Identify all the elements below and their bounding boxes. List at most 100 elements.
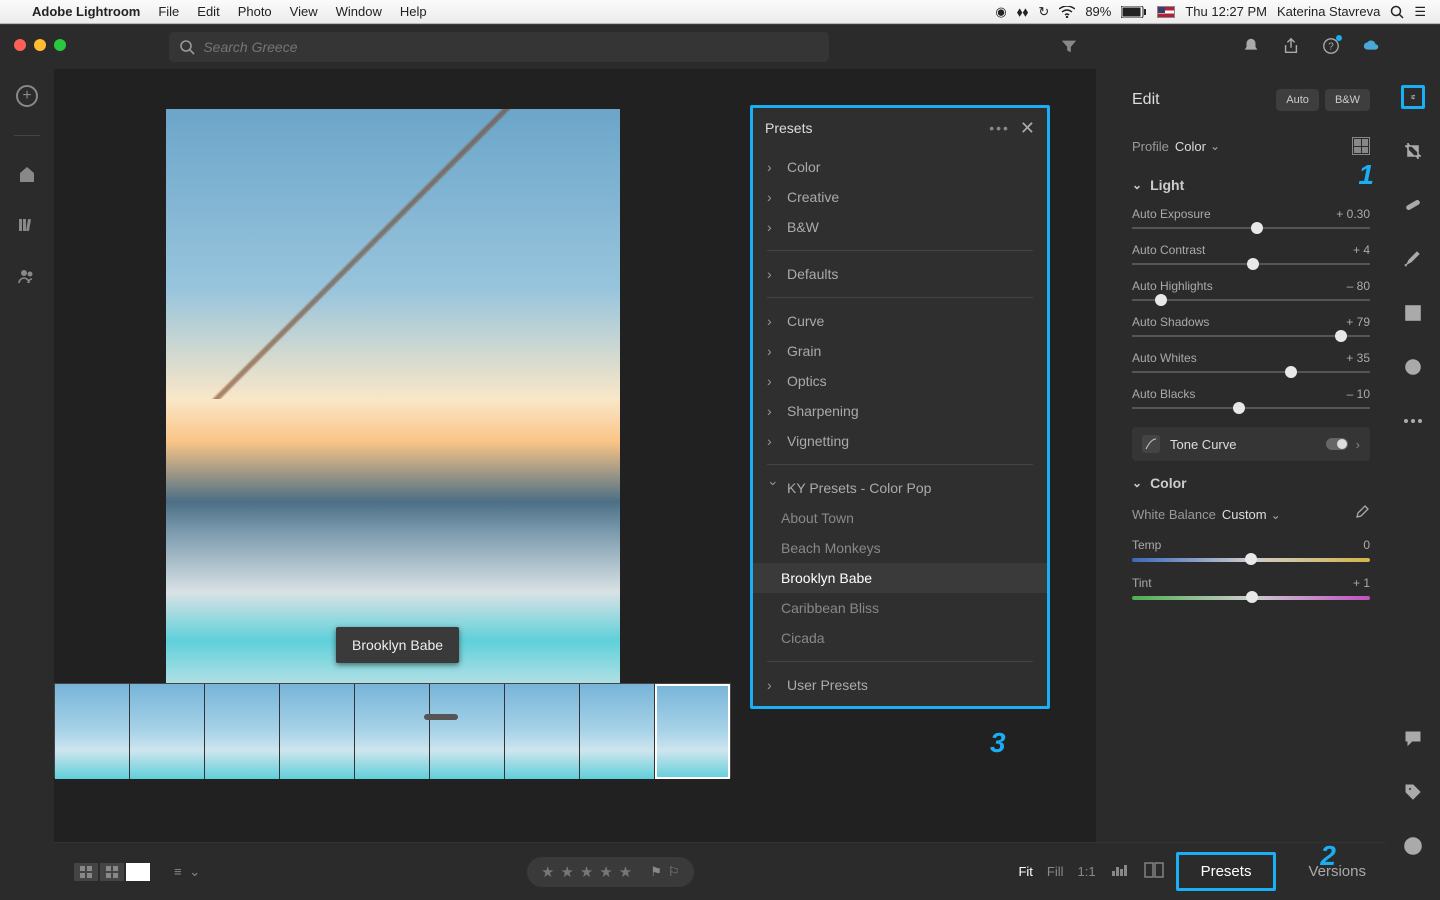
cc-sync-icon[interactable]: ◉	[995, 4, 1006, 20]
histogram-icon[interactable]	[1110, 863, 1130, 880]
tint-slider[interactable]	[1246, 591, 1258, 603]
preset-brooklyn-babe[interactable]: Brooklyn Babe	[753, 563, 1047, 593]
wb-value[interactable]: Custom	[1222, 507, 1267, 522]
section-light[interactable]: ⌄Light	[1132, 177, 1370, 193]
menu-photo[interactable]: Photo	[238, 4, 272, 19]
info-icon[interactable]	[1401, 834, 1425, 858]
preset-cicada[interactable]: Cicada	[753, 623, 1047, 653]
library-icon[interactable]	[17, 215, 37, 238]
eyedropper-icon[interactable]	[1354, 505, 1370, 524]
slider-knob[interactable]	[1285, 366, 1297, 378]
grid-view-small-icon[interactable]	[74, 863, 98, 881]
presets-button[interactable]: Presets	[1176, 852, 1277, 891]
single-view-icon[interactable]	[126, 863, 150, 881]
minimize-window-icon[interactable]	[34, 39, 46, 51]
search-input[interactable]	[169, 32, 829, 62]
tag-icon[interactable]	[1401, 780, 1425, 804]
close-window-icon[interactable]	[14, 39, 26, 51]
help-icon[interactable]: ?	[1322, 37, 1340, 58]
sort-icon[interactable]: ≡ ⌄	[174, 864, 202, 880]
star-icon[interactable]: ★	[560, 863, 573, 881]
preset-group-color[interactable]: ›Color	[753, 152, 1047, 182]
fill-button[interactable]: Fill	[1047, 864, 1064, 879]
comments-icon[interactable]	[1401, 726, 1425, 750]
thumbnail[interactable]	[355, 684, 430, 779]
timemachine-icon[interactable]: ↻	[1038, 4, 1049, 20]
slider-knob[interactable]	[1251, 222, 1263, 234]
filter-icon[interactable]	[1060, 37, 1078, 58]
slider-knob[interactable]	[1335, 330, 1347, 342]
healing-icon[interactable]	[1401, 193, 1425, 217]
people-icon[interactable]	[17, 266, 37, 289]
grid-view-large-icon[interactable]	[100, 863, 124, 881]
section-color[interactable]: ⌄Color	[1132, 475, 1370, 491]
menu-help[interactable]: Help	[400, 4, 427, 19]
preset-group-defaults[interactable]: ›Defaults	[753, 259, 1047, 289]
slider-knob[interactable]	[1247, 258, 1259, 270]
thumbnail[interactable]	[205, 684, 280, 779]
profile-browser-icon[interactable]	[1352, 137, 1370, 155]
one-to-one-button[interactable]: 1:1	[1078, 864, 1096, 879]
crop-icon[interactable]	[1401, 139, 1425, 163]
versions-button[interactable]: Versions	[1308, 863, 1366, 880]
thumbnail[interactable]	[580, 684, 655, 779]
share-icon[interactable]	[1282, 37, 1300, 58]
preset-group-curve[interactable]: ›Curve	[753, 306, 1047, 336]
preset-group-user[interactable]: ›User Presets	[753, 670, 1047, 700]
preset-group-creative[interactable]: ›Creative	[753, 182, 1047, 212]
spotlight-icon[interactable]	[1390, 5, 1404, 19]
panel-more-icon[interactable]: •••	[989, 120, 1010, 136]
filmstrip[interactable]	[54, 683, 731, 778]
profile-value[interactable]: Color	[1175, 139, 1206, 154]
thumbnail-selected[interactable]	[655, 684, 730, 779]
clock[interactable]: Thu 12:27 PM	[1185, 4, 1267, 19]
app-name[interactable]: Adobe Lightroom	[32, 4, 140, 19]
flag-pick-icon[interactable]: ⚑	[650, 864, 662, 880]
slider-knob[interactable]	[1233, 402, 1245, 414]
star-icon[interactable]: ★	[599, 863, 612, 881]
user-name[interactable]: Katerina Stavreva	[1277, 4, 1380, 19]
more-tools-icon[interactable]	[1401, 409, 1425, 433]
fit-button[interactable]: Fit	[1018, 864, 1032, 879]
auto-button[interactable]: Auto	[1276, 89, 1319, 111]
preset-group-optics[interactable]: ›Optics	[753, 366, 1047, 396]
star-icon[interactable]: ★	[580, 863, 593, 881]
notifications-icon[interactable]	[1242, 37, 1260, 58]
edit-sliders-icon[interactable]	[1401, 85, 1425, 109]
flag-reject-icon[interactable]: ⚐	[668, 864, 680, 880]
preset-group-ky-colorpop[interactable]: ›KY Presets - Color Pop	[753, 473, 1047, 503]
compare-icon[interactable]	[1144, 862, 1164, 881]
close-icon[interactable]: ✕	[1020, 118, 1035, 139]
main-photo[interactable]: Brooklyn Babe	[166, 109, 620, 713]
preset-group-sharpening[interactable]: ›Sharpening	[753, 396, 1047, 426]
home-icon[interactable]	[17, 164, 37, 187]
star-icon[interactable]: ★	[541, 863, 554, 881]
wifi-icon[interactable]	[1059, 6, 1075, 18]
bw-button[interactable]: B&W	[1325, 89, 1370, 111]
input-source-flag-icon[interactable]	[1157, 6, 1175, 18]
preset-group-bw[interactable]: ›B&W	[753, 212, 1047, 242]
thumbnail[interactable]	[505, 684, 580, 779]
menu-edit[interactable]: Edit	[197, 4, 219, 19]
filmstrip-scrollbar[interactable]	[424, 714, 458, 720]
radial-gradient-icon[interactable]	[1401, 355, 1425, 379]
rating-control[interactable]: ★ ★ ★ ★ ★ ⚑ ⚐	[527, 857, 694, 887]
preset-about-town[interactable]: About Town	[753, 503, 1047, 533]
thumbnail[interactable]	[130, 684, 205, 779]
thumbnail[interactable]	[430, 684, 505, 779]
window-controls[interactable]	[14, 39, 66, 51]
linear-gradient-icon[interactable]	[1401, 301, 1425, 325]
thumbnail[interactable]	[280, 684, 355, 779]
preset-group-vignetting[interactable]: ›Vignetting	[753, 426, 1047, 456]
dropbox-icon[interactable]: ⬧⬧	[1017, 4, 1029, 20]
chevron-down-icon[interactable]: ⌄	[1271, 508, 1281, 522]
tone-curve-toggle[interactable]	[1326, 438, 1348, 450]
tone-curve-row[interactable]: Tone Curve ›	[1132, 427, 1370, 461]
brush-icon[interactable]	[1401, 247, 1425, 271]
cloud-icon[interactable]	[1362, 37, 1380, 58]
preset-beach-monkeys[interactable]: Beach Monkeys	[753, 533, 1047, 563]
preset-group-grain[interactable]: ›Grain	[753, 336, 1047, 366]
temp-slider[interactable]	[1245, 553, 1257, 565]
add-photos-button[interactable]: +	[16, 85, 38, 107]
star-icon[interactable]: ★	[619, 863, 632, 881]
